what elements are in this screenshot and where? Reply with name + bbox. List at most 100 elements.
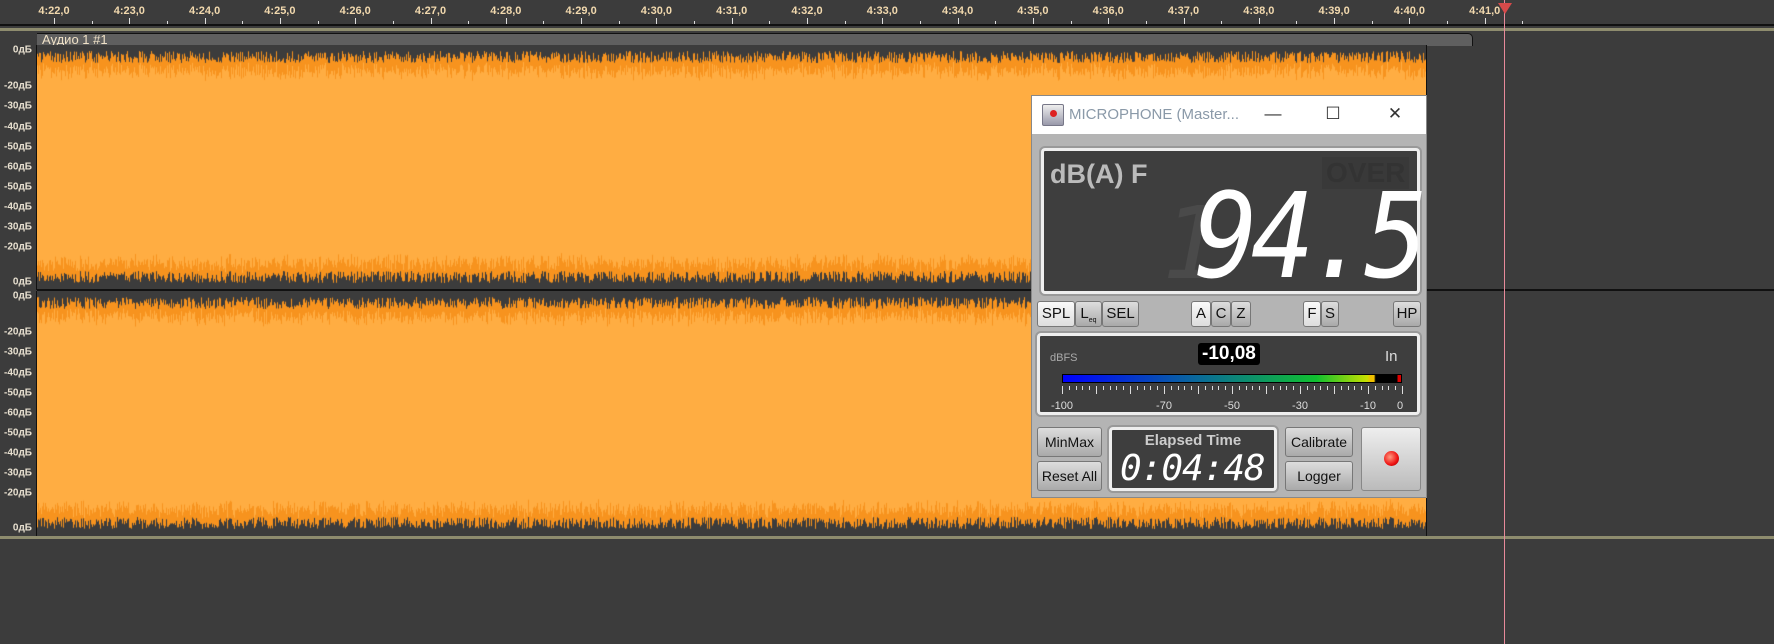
ruler-tick <box>882 18 883 24</box>
ruler-tick-label: 4:30,0 <box>641 5 672 17</box>
scale-tick <box>1089 386 1090 390</box>
scale-tick <box>1259 386 1260 390</box>
spl-value: 94.5 <box>1194 177 1421 295</box>
scale-tick <box>1314 386 1315 390</box>
db-label: -20дБ <box>4 488 32 499</box>
weighting-z-button[interactable]: Z <box>1231 301 1251 327</box>
channel-2-db-axis: 0дБ -20дБ -30дБ -40дБ -50дБ -60дБ -50дБ -40дБ -3… <box>0 291 37 536</box>
scale-tick <box>1205 386 1206 390</box>
scale-tick <box>1246 386 1247 390</box>
db-label: -30дБ <box>4 347 32 358</box>
calibrate-button[interactable]: Calibrate <box>1285 427 1353 457</box>
reset-all-button[interactable]: Reset All <box>1037 461 1102 491</box>
elapsed-time-title: Elapsed Time <box>1112 432 1274 449</box>
db-label: -60дБ <box>4 162 32 173</box>
minmax-button[interactable]: MinMax <box>1037 427 1102 457</box>
scale-tick <box>1062 386 1063 394</box>
close-button[interactable]: ✕ <box>1380 104 1410 124</box>
minimize-button[interactable]: — <box>1258 104 1288 124</box>
ruler-tick-label: 4:39,0 <box>1318 5 1349 17</box>
elapsed-time-display: Elapsed Time 0:04:48 <box>1109 427 1277 491</box>
scale-tick <box>1280 386 1281 390</box>
scale-tick <box>1239 386 1240 390</box>
logger-button[interactable]: Logger <box>1285 461 1353 491</box>
db-label: -50дБ <box>4 182 32 193</box>
timeline-divider <box>0 28 1774 31</box>
scale-tick <box>1137 386 1138 390</box>
record-button[interactable] <box>1361 427 1421 491</box>
ruler-minor-tick <box>1221 21 1222 24</box>
db-label: -40дБ <box>4 448 32 459</box>
db-label: 0дБ <box>13 45 32 56</box>
sound-level-meter-window: MICROPHONE (Master... — ☐ ✕ dB(A) F OVER… <box>1031 95 1427 498</box>
ruler-minor-tick <box>318 21 319 24</box>
sel-button[interactable]: SEL <box>1102 301 1139 327</box>
level-unit: dBFS <box>1050 352 1078 364</box>
app-icon <box>1042 104 1064 126</box>
scale-tick <box>1354 386 1355 390</box>
window-title: MICROPHONE (Master... <box>1069 106 1239 123</box>
scale-tick <box>1388 386 1389 390</box>
channel-1-db-axis: 0дБ -20дБ -30дБ -40дБ -50дБ -60дБ -50дБ -40дБ -3… <box>0 45 37 290</box>
ruler-tick <box>1108 18 1109 24</box>
ruler-minor-tick <box>619 21 620 24</box>
ruler-tick-label: 4:29,0 <box>565 5 596 17</box>
db-label: 0дБ <box>13 277 32 288</box>
scale-tick <box>1184 386 1185 390</box>
scale-tick <box>1375 386 1376 390</box>
hp-button[interactable]: HP <box>1393 301 1421 327</box>
spl-display: dB(A) F OVER 1 94.5 <box>1041 148 1420 294</box>
ruler-tick-label: 4:26,0 <box>340 5 371 17</box>
scale-tick <box>1144 386 1145 390</box>
ruler-tick <box>205 18 206 24</box>
scale-label: -100 <box>1051 400 1073 412</box>
scale-tick <box>1096 386 1097 394</box>
ruler-minor-tick <box>92 21 93 24</box>
ruler-tick-label: 4:32,0 <box>791 5 822 17</box>
ruler-minor-tick <box>845 21 846 24</box>
record-led-icon <box>1384 451 1399 466</box>
window-titlebar[interactable]: MICROPHONE (Master... — ☐ ✕ <box>1032 96 1426 134</box>
ruler-tick-label: 4:40,0 <box>1394 5 1425 17</box>
scale-tick <box>1171 386 1172 390</box>
ruler-minor-tick <box>694 21 695 24</box>
ruler-tick <box>732 18 733 24</box>
track-bottom-divider <box>0 536 1774 539</box>
ruler-tick <box>807 18 808 24</box>
scale-label: -30 <box>1292 400 1308 412</box>
slow-button[interactable]: S <box>1321 301 1339 327</box>
scale-tick <box>1232 386 1233 394</box>
ruler-minor-tick <box>393 21 394 24</box>
ruler-minor-tick <box>543 21 544 24</box>
scale-tick <box>1198 386 1199 394</box>
level-bar <box>1062 374 1402 383</box>
db-label: 0дБ <box>13 291 32 302</box>
spl-button[interactable]: SPL <box>1037 301 1075 327</box>
leq-button[interactable]: Leq <box>1075 301 1102 327</box>
unit-label: dB(A) F <box>1050 159 1147 190</box>
weighting-c-button[interactable]: C <box>1211 301 1231 327</box>
ruler-tick-label: 4:28,0 <box>490 5 521 17</box>
ruler-tick <box>958 18 959 24</box>
fast-button[interactable]: F <box>1303 301 1321 327</box>
ruler-minor-tick <box>468 21 469 24</box>
maximize-button[interactable]: ☐ <box>1318 104 1348 124</box>
db-label: -50дБ <box>4 388 32 399</box>
ruler-minor-tick <box>995 21 996 24</box>
playhead[interactable] <box>1504 0 1505 644</box>
ruler-tick-label: 4:41,0 <box>1469 5 1500 17</box>
scale-tick <box>1382 386 1383 390</box>
weighting-a-button[interactable]: A <box>1191 301 1211 327</box>
ruler-tick <box>280 18 281 24</box>
db-label: -50дБ <box>4 428 32 439</box>
db-label: -20дБ <box>4 242 32 253</box>
playhead-marker-icon[interactable] <box>1498 3 1512 14</box>
ruler-tick <box>1184 18 1185 24</box>
ruler-minor-tick <box>242 21 243 24</box>
scale-tick <box>1266 386 1267 394</box>
ruler-minor-tick <box>1146 21 1147 24</box>
ruler-tick-label: 4:36,0 <box>1093 5 1124 17</box>
scale-label: -70 <box>1156 400 1172 412</box>
channel-label: In <box>1385 348 1398 365</box>
scale-tick <box>1191 386 1192 390</box>
